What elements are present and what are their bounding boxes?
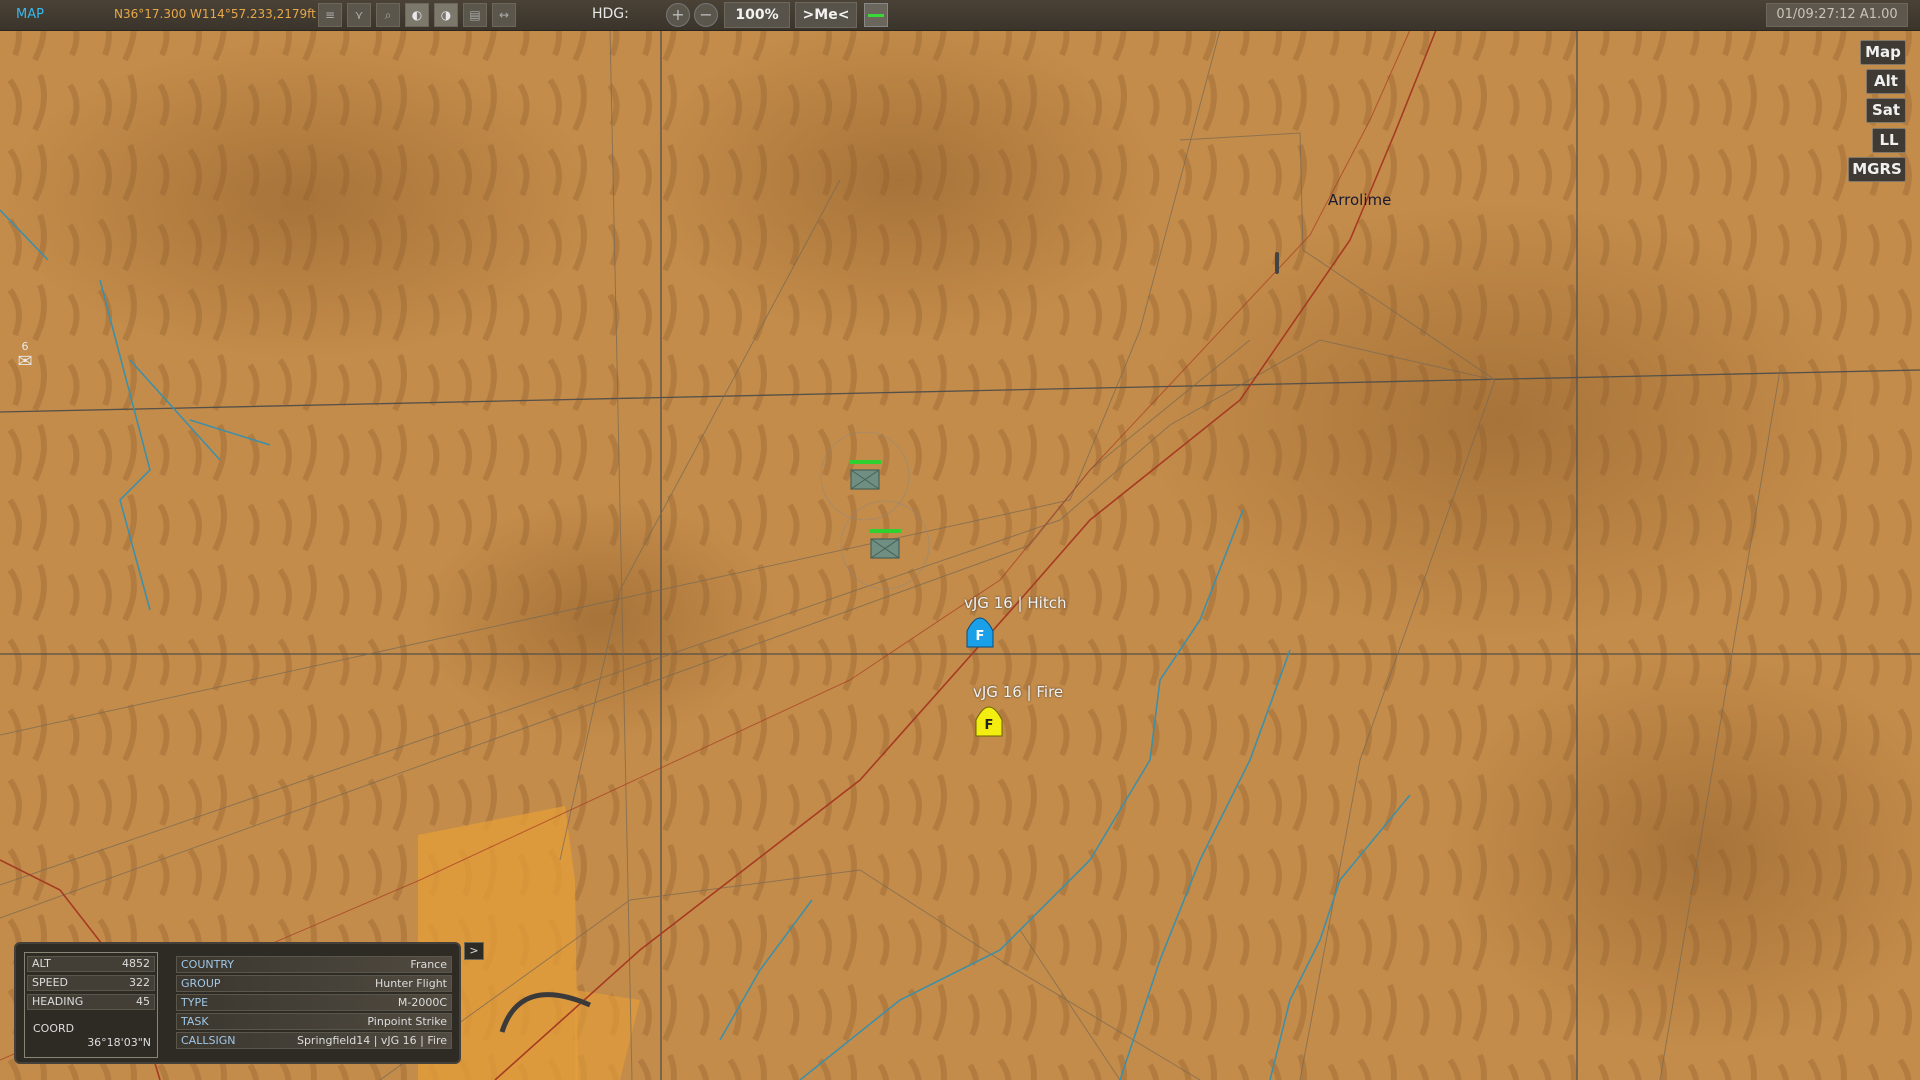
- task-row: TASK Pinpoint Strike: [176, 1013, 452, 1030]
- coord-label: COORD: [33, 1022, 75, 1035]
- place-name-arrolime: Arrolime: [1328, 191, 1392, 209]
- satellite-icon[interactable]: ◑: [434, 3, 458, 27]
- unit-hitch-symbol: F: [976, 629, 985, 644]
- unit-fire-symbol: F: [985, 718, 994, 733]
- terrain-shade: [1140, 200, 1860, 640]
- type-label: TYPE: [181, 996, 209, 1009]
- heading-row: HEADING 45: [27, 994, 155, 1010]
- center-on-me-button[interactable]: >Me<: [795, 2, 857, 28]
- map-mode-button[interactable]: Map: [1860, 40, 1906, 65]
- messages-indicator[interactable]: 6 ✉: [14, 340, 36, 371]
- callsign-label: CALLSIGN: [181, 1034, 236, 1047]
- country-value: France: [410, 958, 447, 971]
- country-row: COUNTRY France: [176, 956, 452, 973]
- task-label: TASK: [181, 1015, 209, 1028]
- envelope-icon: ✉: [17, 351, 33, 372]
- unit-fire-label[interactable]: vJG 16 | Fire: [973, 683, 1063, 701]
- location-marker: [1275, 252, 1279, 274]
- cursor-coordinates: N36°17.300 W114°57.233,2179ft: [114, 7, 316, 21]
- ruler-icon[interactable]: ↔: [492, 3, 516, 27]
- top-toolbar: MAP N36°17.300 W114°57.233,2179ft ≡ ⋎ ⌕ …: [0, 0, 1920, 31]
- terrain-shade: [0, 40, 600, 360]
- alt-row: ALT 4852: [27, 956, 155, 972]
- heading-value: 45: [136, 995, 150, 1008]
- terrain-shade: [640, 20, 1160, 340]
- radar-icon[interactable]: ◐: [405, 3, 429, 27]
- unit-hitch-label[interactable]: vJG 16 | Hitch: [964, 594, 1066, 612]
- zoom-in-icon[interactable]: +: [666, 3, 690, 27]
- heading-label-info: HEADING: [32, 995, 84, 1008]
- callsign-value: Springfield14 | vJG 16 | Fire: [296, 1034, 447, 1047]
- speed-row: SPEED 322: [27, 975, 155, 991]
- alt-label: ALT: [32, 957, 51, 970]
- group-row: GROUP Hunter Flight: [176, 975, 452, 992]
- expand-panel-button[interactable]: >: [464, 942, 484, 960]
- zoom-out-icon[interactable]: −: [694, 3, 718, 27]
- search-icon[interactable]: ⌕: [376, 3, 400, 27]
- sat-mode-button[interactable]: Sat: [1866, 98, 1906, 123]
- alt-mode-button[interactable]: Alt: [1866, 69, 1906, 94]
- type-row: TYPE M-2000C: [176, 994, 452, 1011]
- task-value: Pinpoint Strike: [367, 1015, 447, 1028]
- terrain-shade: [420, 500, 780, 740]
- ll-coords-button[interactable]: LL: [1872, 128, 1906, 153]
- flight-data-box: ALT 4852 SPEED 322 HEADING 45 COORD 36°1…: [24, 952, 158, 1058]
- speed-label: SPEED: [32, 976, 68, 989]
- zoom-level[interactable]: 100%: [724, 2, 790, 28]
- coord-value: 36°18'03"N: [87, 1036, 151, 1049]
- country-label: COUNTRY: [181, 958, 234, 971]
- map-title: MAP: [16, 7, 44, 22]
- speed-value: 322: [129, 976, 150, 989]
- tool-icons: ≡ ⋎ ⌕ ◐ ◑ ▤ ↔: [318, 3, 516, 27]
- mgrs-coords-button[interactable]: MGRS: [1848, 157, 1906, 182]
- message-icon[interactable]: ▤: [463, 3, 487, 27]
- group-value: Hunter Flight: [374, 977, 447, 990]
- callsign-row: CALLSIGN Springfield14 | vJG 16 | Fire: [176, 1032, 452, 1049]
- filter-icon[interactable]: [864, 3, 888, 27]
- unit-info-panel: ALT 4852 SPEED 322 HEADING 45 COORD 36°1…: [14, 942, 461, 1064]
- alt-value: 4852: [122, 957, 150, 970]
- map-canvas[interactable]: F F: [0, 0, 1920, 1080]
- heading-label: HDG:: [592, 6, 629, 22]
- layers-icon[interactable]: ≡: [318, 3, 342, 27]
- group-label: GROUP: [181, 977, 221, 990]
- mission-time: 01/09:27:12 A1.00: [1766, 3, 1908, 27]
- route-icon[interactable]: ⋎: [347, 3, 371, 27]
- type-value: M-2000C: [397, 996, 447, 1009]
